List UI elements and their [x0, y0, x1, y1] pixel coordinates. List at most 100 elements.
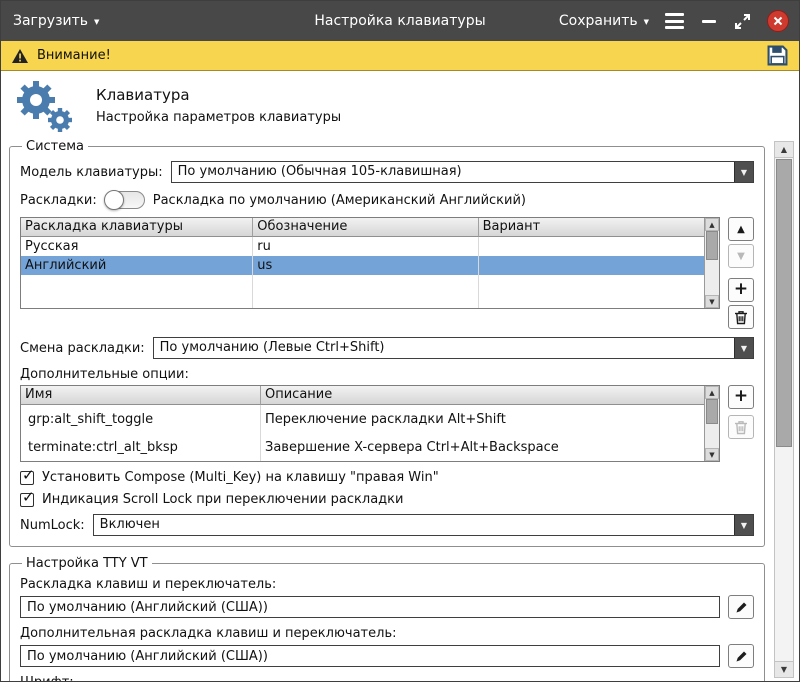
table-empty-area [21, 275, 704, 308]
scrollbar-thumb[interactable] [776, 159, 792, 447]
close-icon [773, 16, 783, 26]
chevron-down-icon: ▼ [734, 515, 753, 535]
numlock-label: NumLock: [20, 518, 85, 533]
load-menu-button[interactable]: Загрузить ▼ [13, 13, 99, 29]
cell-name: grp:alt_shift_toggle [21, 405, 261, 433]
keyboard-settings-icon [9, 75, 79, 135]
scrollbar-thumb[interactable] [706, 399, 718, 424]
quick-save-button[interactable] [765, 44, 789, 68]
menu-icon[interactable] [665, 13, 685, 29]
titlebar: Настройка клавиатуры Загрузить ▼ Сохрани… [1, 1, 799, 41]
content-area: Система Модель клавиатуры: По умолчанию … [1, 137, 799, 681]
app-window: Настройка клавиатуры Загрузить ▼ Сохрани… [0, 0, 800, 682]
column-header-code: Обозначение [253, 218, 478, 237]
cell-variant [479, 237, 704, 256]
tty-group-legend: Настройка TTY VT [22, 556, 152, 571]
tty-alt-layout-field[interactable] [20, 645, 720, 667]
chevron-down-icon: ▼ [734, 338, 753, 358]
table-row[interactable]: grp:alt_shift_toggle Переключение раскла… [21, 405, 704, 433]
cell-code: ru [253, 237, 478, 256]
trash-icon [734, 310, 748, 325]
warning-bar: Внимание! [1, 41, 799, 71]
extra-options-label: Дополнительные опции: [20, 367, 754, 382]
table-row-selected[interactable]: Английский us [21, 256, 704, 275]
move-up-button[interactable]: ▲ [728, 217, 754, 241]
scroll-up-icon[interactable]: ▲ [705, 386, 719, 399]
scroll-up-icon[interactable]: ▲ [705, 218, 719, 231]
compose-checkbox[interactable]: ✓ [20, 471, 34, 485]
cell-code: us [253, 256, 478, 275]
layouts-label: Раскладки: [20, 193, 97, 208]
layout-table-scrollbar[interactable]: ▲ ▼ [704, 218, 719, 308]
compose-checkbox-label: Установить Compose (Multi_Key) на клавиш… [42, 470, 439, 485]
default-layout-toggle[interactable] [105, 191, 145, 209]
add-layout-button[interactable]: + [728, 278, 754, 302]
keyboard-model-select[interactable]: По умолчанию (Обычная 105-клавишная) ▼ [171, 161, 754, 183]
layout-switch-value: По умолчанию (Левые Ctrl+Shift) [154, 338, 734, 358]
compose-checkbox-row[interactable]: ✓ Установить Compose (Multi_Key) на клав… [20, 470, 754, 485]
chevron-down-icon: ▼ [734, 162, 753, 182]
scrolllock-checkbox-label: Индикация Scroll Lock при переключении р… [42, 492, 403, 507]
fullscreen-button[interactable] [733, 12, 751, 30]
add-option-button[interactable]: + [728, 385, 754, 409]
options-table: Имя Описание grp:alt_shift_toggle Перекл… [20, 385, 720, 462]
minimize-icon [702, 20, 716, 23]
default-layout-text: Раскладка по умолчанию (Американский Анг… [153, 193, 526, 208]
scroll-down-icon[interactable]: ▼ [775, 661, 793, 677]
delete-layout-button[interactable] [728, 305, 754, 329]
tty-font-label: Шрифт: [20, 675, 754, 681]
minimize-button[interactable] [701, 12, 717, 30]
page-subtitle: Настройка параметров клавиатуры [96, 110, 341, 125]
scrollbar-track[interactable] [705, 231, 719, 295]
pencil-icon [735, 650, 748, 663]
layout-switch-label: Смена раскладки: [20, 341, 145, 356]
edit-tty-layout-button[interactable] [728, 595, 754, 619]
scroll-down-icon[interactable]: ▼ [705, 448, 719, 461]
move-down-button[interactable]: ▼ [728, 244, 754, 268]
save-menu-button[interactable]: Сохранить ▼ [559, 13, 649, 29]
options-table-header: Имя Описание [21, 386, 704, 405]
save-icon [767, 45, 788, 66]
warning-icon [11, 48, 29, 64]
tty-layout-field[interactable] [20, 596, 720, 618]
scroll-down-icon[interactable]: ▼ [705, 295, 719, 308]
options-table-section: Имя Описание grp:alt_shift_toggle Перекл… [20, 385, 754, 462]
close-button[interactable] [767, 10, 789, 32]
options-table-buttons: + [728, 385, 754, 439]
cell-description: Переключение раскладки Alt+Shift [261, 405, 704, 433]
cell-variant [479, 256, 704, 275]
check-icon: ✓ [22, 466, 35, 484]
scrollbar-track[interactable] [705, 399, 719, 448]
check-icon: ✓ [22, 488, 35, 506]
load-menu-label: Загрузить [13, 13, 88, 29]
layout-table-buttons: ▲ ▼ + [728, 217, 754, 329]
tty-group: Настройка TTY VT Раскладка клавиш и пере… [9, 556, 765, 681]
numlock-select[interactable]: Включен ▼ [93, 514, 754, 536]
trash-icon [734, 420, 748, 435]
edit-tty-alt-layout-button[interactable] [728, 644, 754, 668]
column-header-variant: Вариант [479, 218, 704, 237]
layout-table-section: Раскладка клавиатуры Обозначение Вариант… [20, 217, 754, 329]
numlock-value: Включен [94, 515, 734, 535]
layout-switch-select[interactable]: По умолчанию (Левые Ctrl+Shift) ▼ [153, 337, 754, 359]
delete-option-button[interactable] [728, 415, 754, 439]
save-menu-label: Сохранить [559, 13, 638, 29]
tty-alt-layout-label: Дополнительная раскладка клавиш и перекл… [20, 626, 754, 641]
scrolllock-checkbox[interactable]: ✓ [20, 493, 34, 507]
scrolllock-checkbox-row[interactable]: ✓ Индикация Scroll Lock при переключении… [20, 492, 754, 507]
cell-description: Завершение X-сервера Ctrl+Alt+Backspace [261, 433, 704, 461]
table-row[interactable]: Русская ru [21, 237, 704, 256]
layout-table: Раскладка клавиатуры Обозначение Вариант… [20, 217, 720, 309]
pencil-icon [735, 601, 748, 614]
scroll-up-icon[interactable]: ▲ [775, 142, 793, 158]
table-row[interactable]: terminate:ctrl_alt_bksp Завершение X-сер… [21, 433, 704, 461]
options-table-scrollbar[interactable]: ▲ ▼ [704, 386, 719, 461]
chevron-down-icon: ▼ [94, 19, 99, 26]
chevron-down-icon: ▼ [644, 19, 649, 26]
scrollbar-thumb[interactable] [706, 231, 718, 260]
toggle-knob [104, 190, 124, 210]
main-scrollbar[interactable]: ▲ ▼ [774, 141, 794, 678]
page-title: Клавиатура [96, 86, 190, 104]
column-header-layout: Раскладка клавиатуры [21, 218, 253, 237]
keyboard-model-label: Модель клавиатуры: [20, 165, 163, 180]
